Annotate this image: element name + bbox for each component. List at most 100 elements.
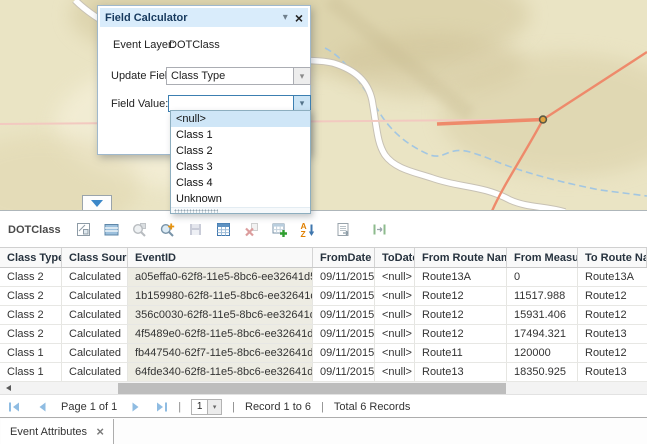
table-row[interactable]: Class 1 Calculated 64fde340-62f8-11e5-8b… xyxy=(0,363,647,382)
zoom-to-feature-icon[interactable] xyxy=(159,221,176,238)
horizontal-scrollbar[interactable] xyxy=(0,382,647,395)
cell-event-id[interactable]: a05effa0-62f8-11e5-8bc6-ee32641d5ec9 xyxy=(128,268,313,286)
table-row[interactable]: Class 2 Calculated a05effa0-62f8-11e5-8b… xyxy=(0,268,647,287)
column-header[interactable]: Class Type xyxy=(0,248,62,267)
cell-from-measure[interactable]: 11517.988 xyxy=(507,287,578,305)
dialog-titlebar[interactable]: Field Calculator ▾ × xyxy=(100,8,308,27)
cell-from-route[interactable]: Route13 xyxy=(415,363,507,381)
cell-class-type[interactable]: Class 2 xyxy=(0,287,62,305)
cell-class-type[interactable]: Class 2 xyxy=(0,306,62,324)
cell-from-route[interactable]: Route12 xyxy=(415,306,507,324)
chevron-down-icon[interactable]: ▾ xyxy=(293,96,310,111)
dropdown-option-class4[interactable]: Class 4 xyxy=(171,175,310,191)
dropdown-option-null[interactable]: <null> xyxy=(171,111,310,127)
zoom-to-selected-icon[interactable] xyxy=(131,221,148,238)
cell-event-id[interactable]: fb447540-62f7-11e5-8bc6-ee32641d5ec9 xyxy=(128,344,313,362)
cell-class-source[interactable]: Calculated xyxy=(62,363,128,381)
save-icon[interactable] xyxy=(187,221,204,238)
field-calculator-icon[interactable] xyxy=(215,221,232,238)
delete-selected-icon[interactable] xyxy=(243,221,260,238)
cell-to-route[interactable]: Route13 xyxy=(578,325,647,343)
panel-collapse-tab[interactable] xyxy=(82,195,112,211)
close-icon[interactable]: × xyxy=(96,427,104,437)
column-header[interactable]: EventID xyxy=(128,248,313,267)
table-row[interactable]: Class 1 Calculated fb447540-62f7-11e5-8b… xyxy=(0,344,647,363)
cell-class-source[interactable]: Calculated xyxy=(62,344,128,362)
update-field-combobox[interactable]: Class Type ▾ xyxy=(166,67,311,85)
cell-to-route[interactable]: Route12 xyxy=(578,287,647,305)
cell-event-id[interactable]: 1b159980-62f8-11e5-8bc6-ee32641d5ec9 xyxy=(128,287,313,305)
column-header[interactable]: From Measure xyxy=(507,248,578,267)
junction-marker[interactable] xyxy=(540,116,547,123)
cell-to-date[interactable]: <null> xyxy=(375,287,415,305)
first-page-button[interactable] xyxy=(8,401,21,413)
dropdown-option-class2[interactable]: Class 2 xyxy=(171,143,310,159)
select-features-icon[interactable] xyxy=(75,221,92,238)
table-row[interactable]: Class 2 Calculated 356c0030-62f8-11e5-8b… xyxy=(0,306,647,325)
column-header[interactable]: FromDate xyxy=(313,248,375,267)
dropdown-option-class1[interactable]: Class 1 xyxy=(171,127,310,143)
cell-class-source[interactable]: Calculated xyxy=(62,287,128,305)
cell-class-type[interactable]: Class 2 xyxy=(0,268,62,286)
cell-from-measure[interactable]: 15931.406 xyxy=(507,306,578,324)
cell-from-date[interactable]: 09/11/2015 xyxy=(313,268,375,286)
page-selector-value[interactable]: 1 xyxy=(191,399,208,415)
chevron-down-icon[interactable]: ▾ xyxy=(208,399,222,415)
cell-from-route[interactable]: Route12 xyxy=(415,287,507,305)
next-page-button[interactable] xyxy=(131,401,141,413)
cell-from-measure[interactable]: 0 xyxy=(507,268,578,286)
scrollbar-thumb[interactable] xyxy=(118,383,506,394)
cell-from-route[interactable]: Route12 xyxy=(415,325,507,343)
show-selected-records-icon[interactable] xyxy=(103,221,120,238)
cell-class-source[interactable]: Calculated xyxy=(62,325,128,343)
cell-class-type[interactable]: Class 1 xyxy=(0,363,62,381)
dropdown-resize-grip[interactable] xyxy=(171,207,310,213)
table-row[interactable]: Class 2 Calculated 4f5489e0-62f8-11e5-8b… xyxy=(0,325,647,344)
last-page-button[interactable] xyxy=(155,401,168,413)
cell-to-date[interactable]: <null> xyxy=(375,306,415,324)
chevron-down-icon[interactable]: ▾ xyxy=(293,68,310,84)
cell-event-id[interactable]: 4f5489e0-62f8-11e5-8bc6-ee32641d5ec9 xyxy=(128,325,313,343)
cell-to-date[interactable]: <null> xyxy=(375,363,415,381)
sort-ascending-icon[interactable]: AZ xyxy=(299,221,316,238)
page-selector[interactable]: 1 ▾ xyxy=(191,399,222,415)
column-header[interactable]: From Route Name xyxy=(415,248,507,267)
cell-from-date[interactable]: 09/11/2015 xyxy=(313,344,375,362)
table-row[interactable]: Class 2 Calculated 1b159980-62f8-11e5-8b… xyxy=(0,287,647,306)
cell-event-id[interactable]: 356c0030-62f8-11e5-8bc6-ee32641d5ec9 xyxy=(128,306,313,324)
add-record-icon[interactable] xyxy=(271,221,288,238)
chevron-down-icon[interactable]: ▾ xyxy=(283,12,288,23)
previous-page-button[interactable] xyxy=(37,401,47,413)
cell-from-measure[interactable]: 17494.321 xyxy=(507,325,578,343)
cell-to-route[interactable]: Route13 xyxy=(578,363,647,381)
cell-class-type[interactable]: Class 2 xyxy=(0,325,62,343)
cell-class-source[interactable]: Calculated xyxy=(62,306,128,324)
cell-to-date[interactable]: <null> xyxy=(375,268,415,286)
cell-from-date[interactable]: 09/11/2015 xyxy=(313,306,375,324)
cell-from-measure[interactable]: 18350.925 xyxy=(507,363,578,381)
cell-from-route[interactable]: Route11 xyxy=(415,344,507,362)
column-header[interactable]: To Route Name xyxy=(578,248,647,267)
cell-from-measure[interactable]: 120000 xyxy=(507,344,578,362)
cell-to-route[interactable]: Route12 xyxy=(578,306,647,324)
tab-event-attributes[interactable]: Event Attributes × xyxy=(1,419,114,444)
cell-to-date[interactable]: <null> xyxy=(375,325,415,343)
cell-from-date[interactable]: 09/11/2015 xyxy=(313,363,375,381)
cell-to-date[interactable]: <null> xyxy=(375,344,415,362)
cell-from-date[interactable]: 09/11/2015 xyxy=(313,325,375,343)
dropdown-option-unknown[interactable]: Unknown xyxy=(171,191,310,207)
fit-columns-icon[interactable] xyxy=(371,221,388,238)
cell-class-type[interactable]: Class 1 xyxy=(0,344,62,362)
cell-to-route[interactable]: Route13A xyxy=(578,268,647,286)
cell-class-source[interactable]: Calculated xyxy=(62,268,128,286)
cell-event-id[interactable]: 64fde340-62f8-11e5-8bc6-ee32641d5ec9 xyxy=(128,363,313,381)
column-header[interactable]: Class Source xyxy=(62,248,128,267)
cell-to-route[interactable]: Route12 xyxy=(578,344,647,362)
attribute-report-icon[interactable] xyxy=(335,221,352,238)
dropdown-option-class3[interactable]: Class 3 xyxy=(171,159,310,175)
column-header[interactable]: ToDate xyxy=(375,248,415,267)
scroll-left-arrow[interactable] xyxy=(6,385,11,391)
cell-from-route[interactable]: Route13A xyxy=(415,268,507,286)
cell-from-date[interactable]: 09/11/2015 xyxy=(313,287,375,305)
close-icon[interactable]: × xyxy=(295,12,303,24)
